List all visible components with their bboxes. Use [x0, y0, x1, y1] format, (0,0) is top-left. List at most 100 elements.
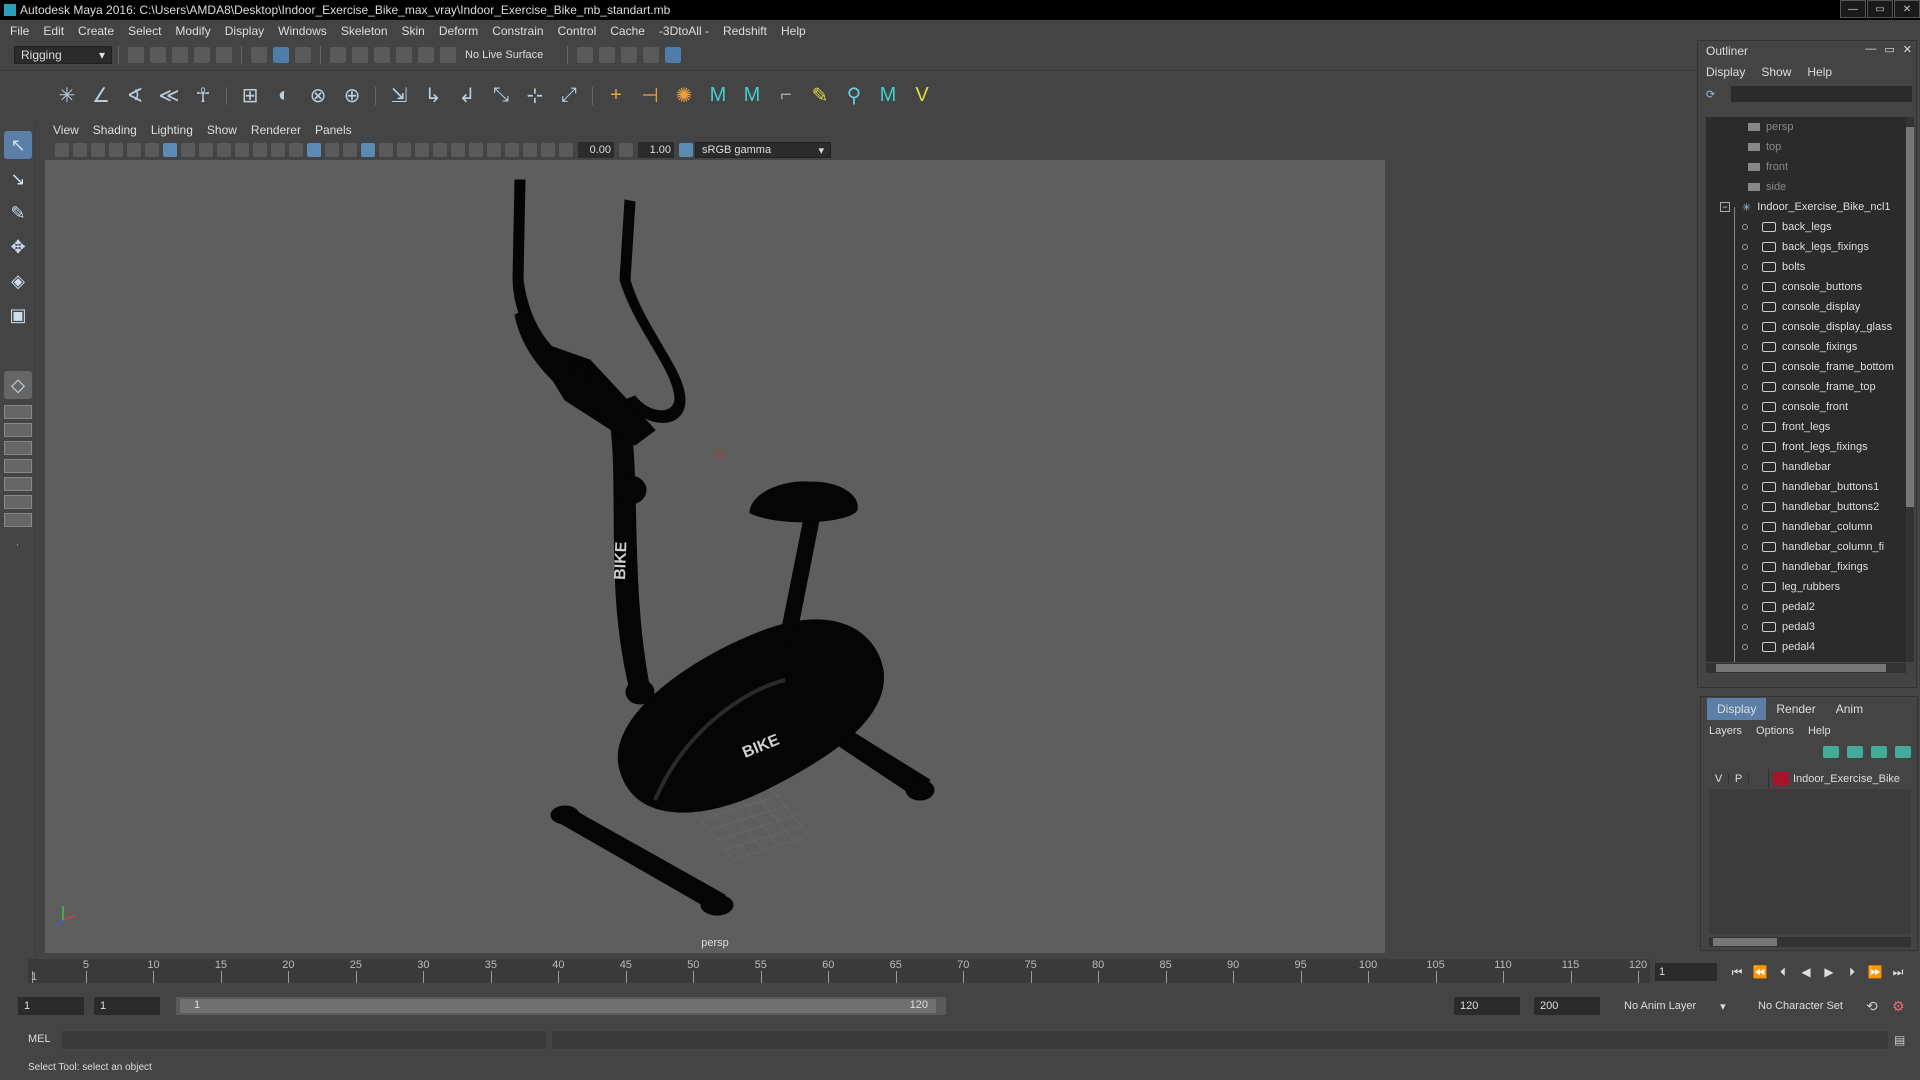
- range-handle[interactable]: [180, 999, 936, 1013]
- outliner-mesh-row[interactable]: console_frame_bottom: [1706, 357, 1906, 377]
- live-surface-label[interactable]: No Live Surface: [465, 49, 543, 61]
- outliner-mesh-row[interactable]: console_buttons: [1706, 277, 1906, 297]
- play-backward-icon[interactable]: ◀: [1796, 963, 1816, 981]
- cluster-handle-icon[interactable]: ✺: [671, 83, 697, 109]
- current-frame-field[interactable]: 1: [1655, 963, 1717, 981]
- minimize-icon[interactable]: —: [1865, 43, 1876, 56]
- outliner-mesh-row[interactable]: console_fixings: [1706, 337, 1906, 357]
- magnet-icon[interactable]: [440, 47, 456, 63]
- viewport-menu-shading[interactable]: Shading: [93, 123, 137, 137]
- constraint-aim-icon[interactable]: ⊹: [522, 83, 548, 109]
- hypershade-layout-icon[interactable]: [4, 477, 32, 491]
- outliner-camera-row[interactable]: side: [1706, 177, 1906, 197]
- camera-attributes-icon[interactable]: [73, 143, 87, 157]
- paint-select-icon[interactable]: ✎: [4, 199, 32, 227]
- gamma-icon[interactable]: [619, 143, 633, 157]
- grease-pencil-icon[interactable]: [145, 143, 159, 157]
- undo-icon[interactable]: [194, 47, 210, 63]
- outliner-mesh-row[interactable]: handlebar_column_fi: [1706, 537, 1906, 557]
- outliner-mesh-row[interactable]: back_legs: [1706, 217, 1906, 237]
- anti-aliasing-icon[interactable]: [451, 143, 465, 157]
- viewport-menu-panels[interactable]: Panels: [315, 123, 352, 137]
- xray-icon[interactable]: [505, 143, 519, 157]
- brush-icon[interactable]: ⚲: [841, 83, 867, 109]
- outliner-layout-icon[interactable]: [4, 513, 32, 527]
- character-set-dropdown[interactable]: No Character Set: [1752, 997, 1862, 1015]
- viewport-menu-show[interactable]: Show: [207, 123, 237, 137]
- outliner-mesh-row[interactable]: back_legs_fixings: [1706, 237, 1906, 257]
- outliner-camera-row[interactable]: top: [1706, 137, 1906, 157]
- new-layer-icon[interactable]: [1871, 746, 1887, 758]
- render-current-icon[interactable]: [577, 47, 594, 63]
- depth-of-field-icon[interactable]: [469, 143, 483, 157]
- range-bar[interactable]: 1 120: [176, 997, 946, 1015]
- menu-modify[interactable]: Modify: [175, 24, 210, 38]
- viewport-menu-view[interactable]: View: [53, 123, 79, 137]
- command-input[interactable]: [62, 1031, 546, 1049]
- tab-display[interactable]: Display: [1707, 698, 1767, 720]
- script-m2-icon[interactable]: M: [739, 83, 765, 109]
- image-plane-icon[interactable]: [109, 143, 123, 157]
- locator-icon[interactable]: +: [603, 83, 629, 109]
- wireframe-icon[interactable]: [289, 143, 303, 157]
- use-all-lights-icon[interactable]: [379, 143, 393, 157]
- anim-layer-dropdown[interactable]: No Anim Layer ▾: [1618, 997, 1742, 1015]
- menu-file[interactable]: File: [10, 24, 29, 38]
- step-back-frame-icon[interactable]: ⏴: [1773, 963, 1793, 981]
- command-language-label[interactable]: MEL: [28, 1033, 51, 1045]
- constraint-pole-icon[interactable]: ⤢: [556, 83, 582, 109]
- outliner-mesh-row[interactable]: handlebar_fixings: [1706, 557, 1906, 577]
- viewport-menu-lighting[interactable]: Lighting: [151, 123, 193, 137]
- new-layer-selected-icon[interactable]: [1895, 746, 1911, 758]
- outliner-menu-help[interactable]: Help: [1807, 65, 1832, 79]
- outliner-mesh-row[interactable]: handlebar: [1706, 457, 1906, 477]
- outliner-mesh-row[interactable]: console_display: [1706, 297, 1906, 317]
- persp-graph-layout-icon[interactable]: [4, 459, 32, 473]
- blend-shape-icon[interactable]: ◐: [271, 83, 297, 109]
- viewport-canvas[interactable]: BIKE BIKE persp: [45, 160, 1385, 953]
- animation-end-field[interactable]: 200: [1534, 997, 1600, 1015]
- outliner-menu-display[interactable]: Display: [1706, 65, 1745, 79]
- layer-display-type-toggle[interactable]: [1749, 769, 1769, 789]
- custom-layout-icon[interactable]: [4, 495, 32, 509]
- joint-tool-icon[interactable]: ✳: [54, 83, 80, 109]
- constraint-orient-icon[interactable]: ↲: [454, 83, 480, 109]
- outliner-mesh-row[interactable]: front_legs: [1706, 417, 1906, 437]
- wireframe-on-shaded-icon[interactable]: [343, 143, 357, 157]
- snap-live-icon[interactable]: [418, 47, 434, 63]
- bookmark-icon[interactable]: [91, 143, 105, 157]
- menu-windows[interactable]: Windows: [278, 24, 327, 38]
- outliner-mesh-row[interactable]: pedal5: [1706, 657, 1906, 662]
- menu-skeleton[interactable]: Skeleton: [341, 24, 388, 38]
- bracket-icon[interactable]: ⌐: [773, 83, 799, 109]
- exposure-field[interactable]: 0.00: [578, 142, 614, 158]
- outliner-group-row[interactable]: − ✳ Indoor_Exercise_Bike_ncl1: [1706, 197, 1906, 217]
- scale-tool-icon[interactable]: ▣: [4, 301, 32, 329]
- playback-end-field[interactable]: 120: [1454, 997, 1520, 1015]
- layer-name[interactable]: Indoor_Exercise_Bike: [1793, 773, 1900, 785]
- outliner-mesh-row[interactable]: handlebar_buttons1: [1706, 477, 1906, 497]
- select-tool-icon[interactable]: ↖: [4, 131, 32, 159]
- safe-action-icon[interactable]: [253, 143, 267, 157]
- maximize-button[interactable]: ▭: [1867, 0, 1893, 18]
- move-tool-icon[interactable]: ✥: [4, 233, 32, 261]
- menu-constrain[interactable]: Constrain: [492, 24, 543, 38]
- move-layer-up-icon[interactable]: [1823, 746, 1839, 758]
- grid-icon[interactable]: [163, 143, 177, 157]
- tab-render[interactable]: Render: [1766, 698, 1825, 720]
- shadows-icon[interactable]: [397, 143, 411, 157]
- script-editor-icon[interactable]: ▤: [1894, 1033, 1905, 1047]
- outliner-mesh-row[interactable]: handlebar_column: [1706, 517, 1906, 537]
- view-transform-dropdown[interactable]: sRGB gamma ▾: [695, 142, 831, 158]
- ik-spline-icon[interactable]: ∢: [122, 83, 148, 109]
- close-icon[interactable]: ✕: [1903, 43, 1912, 56]
- menu-skin[interactable]: Skin: [402, 24, 425, 38]
- tab-anim[interactable]: Anim: [1826, 698, 1873, 720]
- menu-deform[interactable]: Deform: [439, 24, 478, 38]
- outliner-mesh-row[interactable]: front_legs_fixings: [1706, 437, 1906, 457]
- hypershade-icon[interactable]: [643, 47, 660, 63]
- outliner-mesh-row[interactable]: handlebar_buttons2: [1706, 497, 1906, 517]
- outliner-mesh-row[interactable]: console_front: [1706, 397, 1906, 417]
- persp-outliner-layout-icon[interactable]: [4, 441, 32, 455]
- snap-curve-icon[interactable]: [352, 47, 368, 63]
